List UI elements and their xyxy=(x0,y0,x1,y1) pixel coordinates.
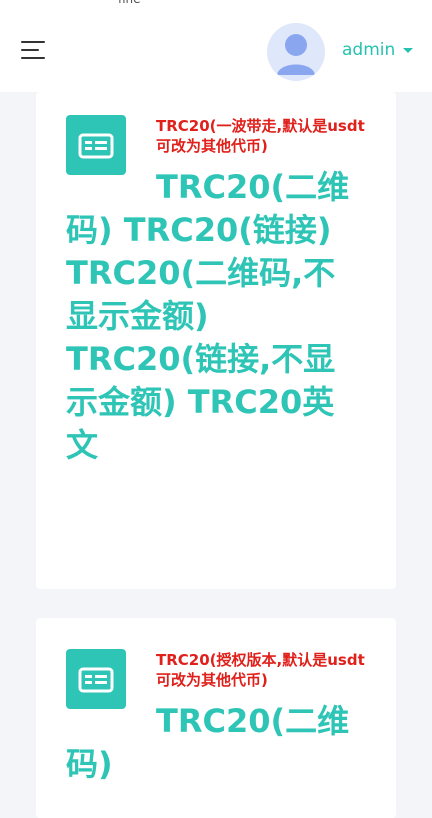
card-body: TRC20(一波带走,默认是usdt可改为其他代币) TRC20(二维码) TR… xyxy=(66,116,366,467)
link-qrcode-no-amount[interactable]: TRC20(二维码,不显示金额) xyxy=(66,254,335,335)
top-bar: fine admin xyxy=(0,0,432,92)
payment-link-card: TRC20(一波带走,默认是usdt可改为其他代币) TRC20(二维码) TR… xyxy=(36,92,396,589)
link-url[interactable]: TRC20(链接) xyxy=(124,211,332,249)
card-body: TRC20(授权版本,默认是usdt可改为其他代币) TRC20(二维码) xyxy=(66,650,366,786)
caret-down-icon xyxy=(403,47,414,53)
user-menu[interactable]: admin xyxy=(342,38,414,62)
link-list: TRC20(二维码) TRC20(链接) TRC20(二维码,不显示金额) TR… xyxy=(66,166,366,467)
card-note: TRC20(一波带走,默认是usdt可改为其他代币) xyxy=(156,117,365,155)
card-note: TRC20(授权版本,默认是usdt可改为其他代币) xyxy=(156,651,365,689)
authorization-card: TRC20(授权版本,默认是usdt可改为其他代币) TRC20(二维码) xyxy=(36,618,396,818)
hamburger-menu-icon[interactable] xyxy=(21,41,45,61)
status-text: fine xyxy=(118,0,141,6)
link-list: TRC20(二维码) xyxy=(66,700,366,786)
user-avatar-icon[interactable] xyxy=(267,23,325,81)
username-label: admin xyxy=(342,40,396,60)
